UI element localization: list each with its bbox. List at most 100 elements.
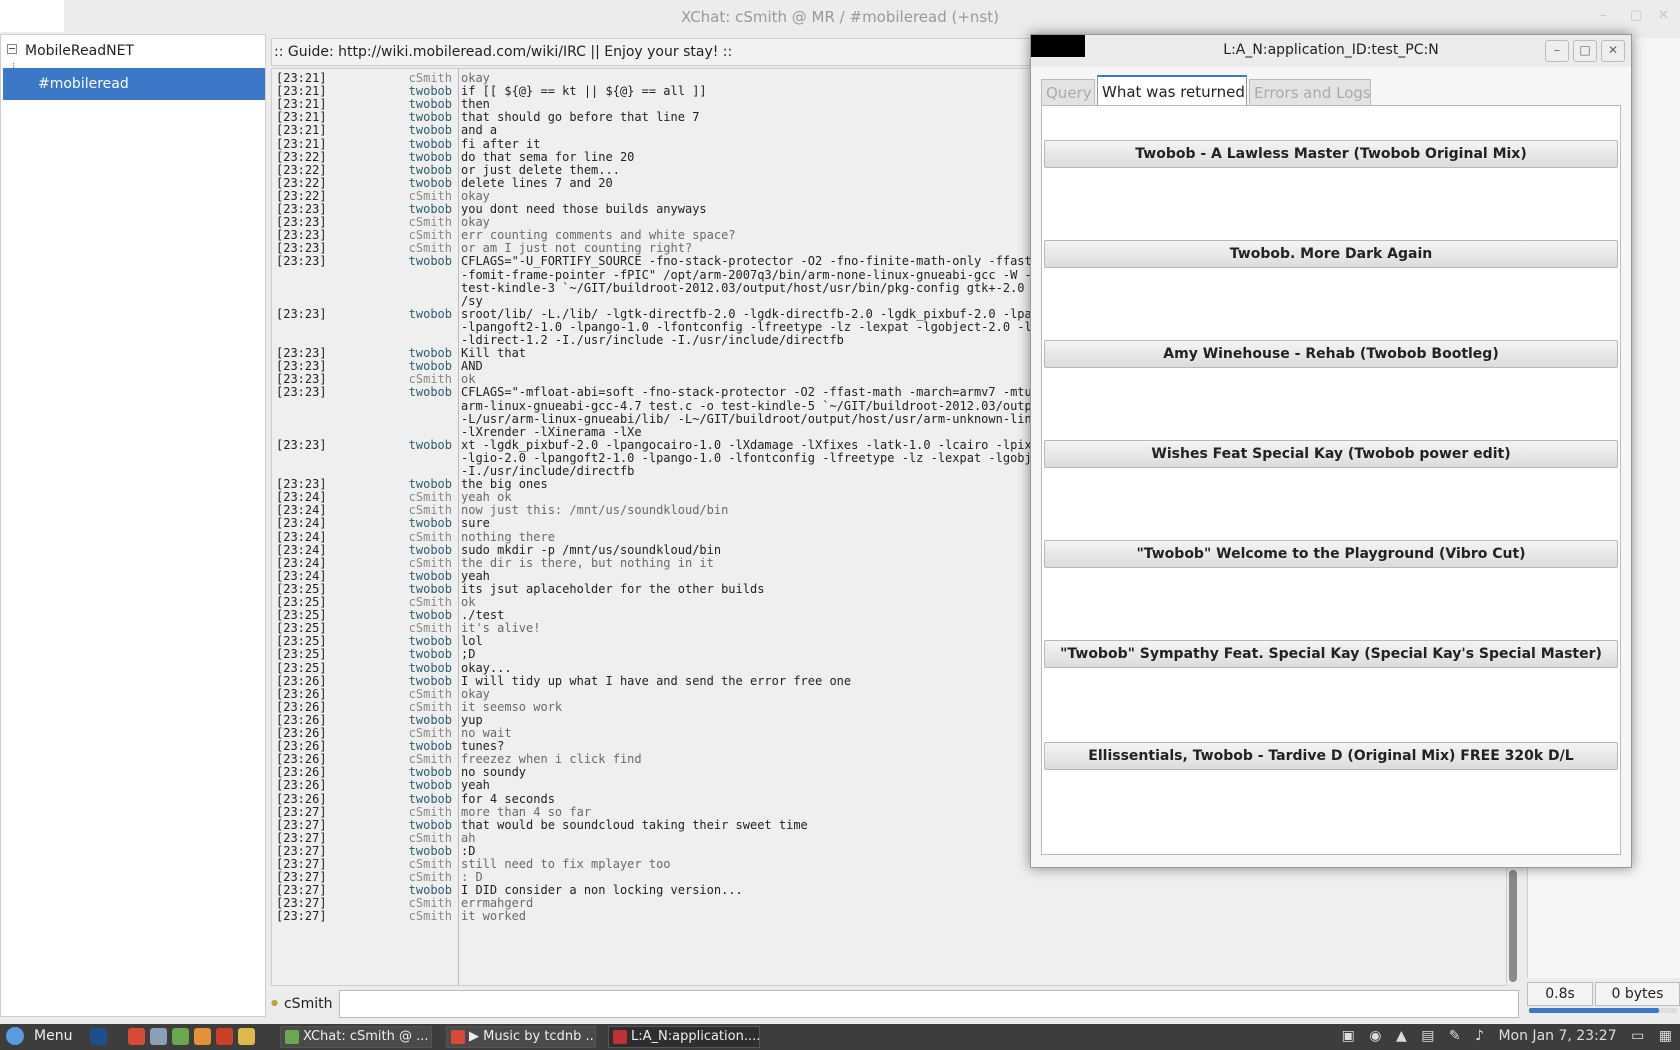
- collapse-icon[interactable]: [7, 44, 17, 54]
- clipboard-icon[interactable]: ▤: [1421, 1028, 1434, 1044]
- chat-nick[interactable]: cSmith: [392, 189, 452, 203]
- chat-nick[interactable]: twobob: [392, 582, 452, 596]
- result-track-button[interactable]: Wishes Feat Special Kay (Twobob power ed…: [1044, 440, 1618, 468]
- minimize-button[interactable]: –: [1600, 8, 1607, 23]
- chat-nick[interactable]: twobob: [392, 477, 452, 491]
- chat-nick[interactable]: cSmith: [392, 228, 452, 242]
- chat-nick[interactable]: cSmith: [392, 831, 452, 845]
- dialog-close-button[interactable]: ✕: [1601, 40, 1625, 62]
- chat-nick[interactable]: twobob: [392, 739, 452, 753]
- chat-nick[interactable]: cSmith: [392, 490, 452, 504]
- chat-message: if [[ ${@} == kt || ${@} == all ]]: [461, 84, 707, 99]
- chat-nick[interactable]: twobob: [392, 713, 452, 727]
- dialog-maximize-button[interactable]: □: [1573, 40, 1597, 62]
- tab-errors-and-logs[interactable]: Errors and Logs: [1249, 79, 1371, 105]
- chat-nick[interactable]: twobob: [392, 438, 452, 452]
- chat-nick[interactable]: twobob: [392, 110, 452, 124]
- result-track-button[interactable]: Ellissentials, Twobob - Tardive D (Origi…: [1044, 742, 1618, 770]
- chat-nick[interactable]: twobob: [392, 661, 452, 675]
- chat-nick[interactable]: twobob: [392, 163, 452, 177]
- chat-nick[interactable]: cSmith: [392, 503, 452, 517]
- chat-nick[interactable]: cSmith: [392, 726, 452, 740]
- chat-nick[interactable]: twobob: [392, 137, 452, 151]
- music-icon[interactable]: [172, 1028, 189, 1045]
- chat-nick[interactable]: twobob: [392, 202, 452, 216]
- chat-nick[interactable]: twobob: [392, 569, 452, 583]
- update-icon[interactable]: ▲: [1396, 1028, 1407, 1044]
- chat-nick[interactable]: twobob: [392, 844, 452, 858]
- chat-scrollbar[interactable]: [1509, 870, 1517, 982]
- result-track-button[interactable]: "Twobob" Sympathy Feat. Special Kay (Spe…: [1044, 640, 1618, 668]
- menu-button[interactable]: Menu: [6, 1027, 72, 1045]
- chat-timestamp: [23:26]: [276, 791, 327, 806]
- result-track-button[interactable]: Twobob. More Dark Again: [1044, 240, 1618, 268]
- chat-nick[interactable]: cSmith: [392, 752, 452, 766]
- tab-query[interactable]: Query: [1041, 79, 1095, 105]
- message-input[interactable]: [339, 990, 1519, 1018]
- chat-nick[interactable]: cSmith: [392, 687, 452, 701]
- chat-nick[interactable]: twobob: [392, 765, 452, 779]
- volume-icon[interactable]: ♪: [1475, 1028, 1484, 1044]
- task-music[interactable]: ▶ Music by tcdnb ...: [446, 1026, 596, 1048]
- accessibility-icon[interactable]: ◉: [1369, 1028, 1381, 1044]
- chat-nick[interactable]: twobob: [392, 516, 452, 530]
- chat-nick[interactable]: twobob: [392, 543, 452, 557]
- chat-nick[interactable]: twobob: [392, 84, 452, 98]
- nick-button[interactable]: cSmith: [271, 996, 332, 1012]
- rss-icon[interactable]: [194, 1028, 211, 1045]
- chat-nick[interactable]: cSmith: [392, 215, 452, 229]
- dialog-minimize-button[interactable]: –: [1545, 40, 1569, 62]
- chat-nick[interactable]: twobob: [392, 97, 452, 111]
- task-lan-app[interactable]: L:A_N:application....: [608, 1026, 760, 1048]
- chat-nick[interactable]: cSmith: [392, 700, 452, 714]
- chat-nick[interactable]: twobob: [392, 818, 452, 832]
- chat-nick[interactable]: twobob: [392, 123, 452, 137]
- result-track-button[interactable]: Amy Winehouse - Rehab (Twobob Bootleg): [1044, 340, 1618, 368]
- chat-nick[interactable]: cSmith: [392, 595, 452, 609]
- task-xchat[interactable]: XChat: cSmith @ ...: [280, 1026, 432, 1048]
- app-icon[interactable]: [150, 1028, 167, 1045]
- close-button[interactable]: ✕: [1658, 8, 1669, 23]
- chrome-icon[interactable]: [128, 1028, 145, 1045]
- result-track-button[interactable]: "Twobob" Welcome to the Playground (Vibr…: [1044, 540, 1618, 568]
- chat-nick[interactable]: twobob: [392, 634, 452, 648]
- tools-icon[interactable]: ✎: [1449, 1028, 1461, 1044]
- chat-nick[interactable]: twobob: [392, 608, 452, 622]
- workspace-icon[interactable]: ▭: [1631, 1028, 1644, 1044]
- network-icon[interactable]: ▣: [1342, 1028, 1355, 1044]
- maximize-button[interactable]: □: [1630, 8, 1642, 23]
- chat-nick[interactable]: twobob: [392, 307, 452, 321]
- tree-network[interactable]: MobileReadNET: [7, 43, 134, 59]
- chat-nick[interactable]: twobob: [392, 792, 452, 806]
- chat-nick[interactable]: twobob: [392, 254, 452, 268]
- chat-nick[interactable]: cSmith: [392, 805, 452, 819]
- chat-nick[interactable]: twobob: [392, 647, 452, 661]
- chat-nick[interactable]: twobob: [392, 778, 452, 792]
- chat-nick[interactable]: cSmith: [392, 530, 452, 544]
- chat-nick[interactable]: twobob: [392, 674, 452, 688]
- chat-nick[interactable]: cSmith: [392, 372, 452, 386]
- result-track-button[interactable]: Twobob - A Lawless Master (Twobob Origin…: [1044, 140, 1618, 168]
- chat-nick[interactable]: cSmith: [392, 909, 452, 923]
- app-red-icon[interactable]: [216, 1028, 233, 1045]
- tab-what-was-returned[interactable]: What was returned: [1097, 75, 1247, 105]
- chat-nick[interactable]: twobob: [392, 359, 452, 373]
- chat-nick[interactable]: cSmith: [392, 896, 452, 910]
- chat-nick[interactable]: cSmith: [392, 241, 452, 255]
- chat-nick[interactable]: twobob: [392, 385, 452, 399]
- chat-nick[interactable]: twobob: [392, 883, 452, 897]
- chat-nick[interactable]: cSmith: [392, 71, 452, 85]
- show-desktop-icon[interactable]: ▦: [1659, 1028, 1672, 1044]
- clock[interactable]: Mon Jan 7, 23:27: [1498, 1028, 1616, 1044]
- chat-nick[interactable]: twobob: [392, 176, 452, 190]
- chat-nick[interactable]: cSmith: [392, 621, 452, 635]
- chat-nick[interactable]: cSmith: [392, 857, 452, 871]
- folder-icon[interactable]: [238, 1028, 255, 1045]
- tree-channel-mobileread[interactable]: #mobileread: [3, 68, 265, 100]
- chat-nick[interactable]: twobob: [392, 346, 452, 360]
- topic-bar[interactable]: :: Guide: http://wiki.mobileread.com/wik…: [271, 38, 1031, 66]
- chat-nick[interactable]: twobob: [392, 150, 452, 164]
- chat-nick[interactable]: cSmith: [392, 556, 452, 570]
- chat-nick[interactable]: cSmith: [392, 870, 452, 884]
- terminal-icon[interactable]: [90, 1028, 107, 1045]
